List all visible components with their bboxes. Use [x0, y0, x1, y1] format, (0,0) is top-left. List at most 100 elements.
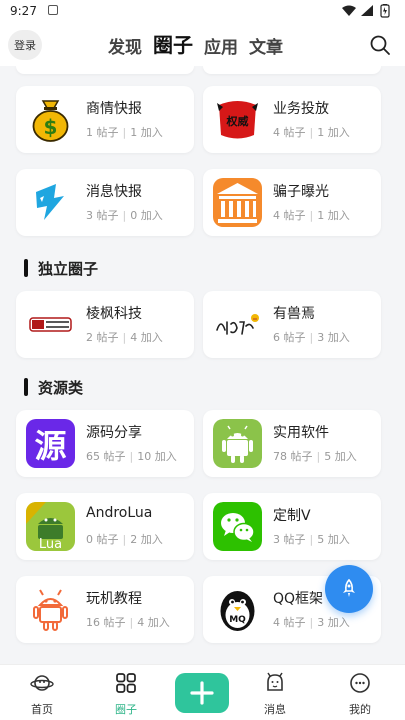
circle-stats: 1 帖子 | 1 加入: [86, 126, 163, 139]
post-count: 4 帖子: [273, 209, 306, 222]
circle-stats: 6 帖子 | 3 加入: [273, 331, 350, 344]
post-count: 2 帖子: [86, 331, 119, 344]
nav-label: 首页: [31, 703, 53, 716]
circle-name: 玩机教程: [86, 591, 142, 607]
notification-icon: [48, 5, 58, 15]
post-count: 16 帖子: [86, 616, 126, 629]
circle-card[interactable]: 实用软件 78 帖子 | 5 加入: [203, 410, 381, 477]
post-count: 3 帖子: [273, 533, 306, 546]
tab-articles[interactable]: 文章: [249, 33, 283, 58]
section-marker: [24, 259, 28, 277]
post-count: 6 帖子: [273, 331, 306, 344]
nav-profile[interactable]: 我的: [330, 671, 390, 717]
member-count: 5 加入: [324, 450, 357, 463]
bank-building-icon: [213, 178, 262, 227]
post-count: 78 帖子: [273, 450, 313, 463]
status-bar: 9:27: [0, 0, 405, 24]
wifi-icon: [342, 5, 356, 16]
circle-stats: 0 帖子 | 2 加入: [86, 533, 163, 546]
circle-card-partial[interactable]: [203, 66, 381, 74]
svg-text:$: $: [44, 115, 58, 139]
circle-card[interactable]: 权威 业务投放 4 帖子 | 1 加入: [203, 86, 381, 153]
status-icons: [341, 4, 393, 21]
circle-card[interactable]: 消息快报 3 帖子 | 0 加入: [16, 169, 194, 236]
grid-icon: [116, 673, 136, 693]
circle-stats: 3 帖子 | 5 加入: [273, 533, 350, 546]
post-count: 65 帖子: [86, 450, 126, 463]
status-time: 9:27: [10, 4, 37, 18]
member-count: 1 加入: [130, 126, 163, 139]
member-count: 10 加入: [137, 450, 177, 463]
member-count: 0 加入: [130, 209, 163, 222]
member-count: 1 加入: [317, 209, 350, 222]
nav-circles[interactable]: 圈子: [96, 671, 156, 717]
section-title: 独立圈子: [38, 259, 99, 278]
search-icon[interactable]: [369, 34, 391, 56]
member-count: 2 加入: [130, 533, 163, 546]
member-count: 3 加入: [317, 616, 350, 629]
circle-name: 源码分享: [86, 425, 142, 441]
circle-name: 棱枫科技: [86, 306, 142, 322]
android-robot-icon: [213, 419, 262, 468]
nav-label: 我的: [349, 703, 371, 716]
circle-name: 实用软件: [273, 425, 329, 441]
circle-name: 骗子曝光: [273, 184, 329, 200]
member-count: 1 加入: [317, 126, 350, 139]
member-count: 4 加入: [137, 616, 170, 629]
section-title: 资源类: [38, 378, 84, 397]
lightning-icon: [26, 178, 75, 227]
bottom-nav: 首页 圈子 消息 我的: [0, 664, 405, 720]
circle-name: 消息快报: [86, 184, 142, 200]
circle-card[interactable]: $ 商情快报 1 帖子 | 1 加入: [16, 86, 194, 153]
circle-name: 有兽焉: [273, 306, 315, 322]
androlua-text: Lua: [39, 537, 62, 551]
tab-apps[interactable]: 应用: [204, 33, 238, 58]
circle-card[interactable]: Lua AndroLua 0 帖子 | 2 加入: [16, 493, 194, 560]
bell-face-icon: [267, 672, 283, 691]
android-robot-outline-icon: [26, 585, 75, 634]
circle-card[interactable]: 骗子曝光 4 帖子 | 1 加入: [203, 169, 381, 236]
nav-label: 圈子: [115, 703, 137, 716]
circle-stats: 78 帖子 | 5 加入: [273, 450, 357, 463]
member-count: 4 加入: [130, 331, 163, 344]
circle-stats: 4 帖子 | 1 加入: [273, 209, 350, 222]
circle-card[interactable]: 源 源码分享 65 帖子 | 10 加入: [16, 410, 194, 477]
svg-text:权威: 权威: [226, 114, 249, 128]
circle-name: 商情快报: [86, 101, 142, 117]
circle-name: 定制V: [273, 508, 311, 524]
post-count: 1 帖子: [86, 126, 119, 139]
planet-icon: [30, 675, 54, 691]
nav-messages[interactable]: 消息: [245, 671, 305, 717]
youshouyan-logo-icon: [213, 300, 262, 349]
lengfeng-logo-icon: [26, 300, 75, 349]
app-header: 登录 发现 圈子 应用 文章: [0, 24, 405, 66]
member-count: 3 加入: [317, 331, 350, 344]
battery-icon: [380, 4, 390, 18]
section-header: 独立圈子: [24, 257, 98, 279]
circle-stats: 4 帖子 | 3 加入: [273, 616, 350, 629]
circle-card-partial[interactable]: [16, 66, 194, 74]
circle-stats: 4 帖子 | 1 加入: [273, 126, 350, 139]
nav-home[interactable]: 首页: [12, 671, 72, 717]
circle-card[interactable]: 玩机教程 16 帖子 | 4 加入: [16, 576, 194, 643]
circle-card[interactable]: 棱枫科技 2 帖子 | 4 加入: [16, 291, 194, 358]
post-count: 4 帖子: [273, 126, 306, 139]
rocket-fab-button[interactable]: [325, 565, 373, 613]
login-button[interactable]: 登录: [8, 30, 42, 60]
section-header: 资源类: [24, 376, 83, 398]
circle-card[interactable]: 有兽焉 6 帖子 | 3 加入: [203, 291, 381, 358]
wechat-icon: [213, 502, 262, 551]
circle-stats: 65 帖子 | 10 加入: [86, 450, 177, 463]
circle-card[interactable]: 定制V 3 帖子 | 5 加入: [203, 493, 381, 560]
money-bag-icon: $: [26, 95, 75, 144]
signal-icon: [361, 5, 373, 16]
tab-discover[interactable]: 发现: [108, 33, 142, 58]
post-count: 0 帖子: [86, 533, 119, 546]
circle-stats: 3 帖子 | 0 加入: [86, 209, 163, 222]
tab-circles[interactable]: 圈子: [153, 29, 193, 58]
post-count: 4 帖子: [273, 616, 306, 629]
add-post-button[interactable]: [175, 673, 229, 713]
circle-stats: 2 帖子 | 4 加入: [86, 331, 163, 344]
circle-stats: 16 帖子 | 4 加入: [86, 616, 170, 629]
rocket-icon: [343, 578, 355, 597]
